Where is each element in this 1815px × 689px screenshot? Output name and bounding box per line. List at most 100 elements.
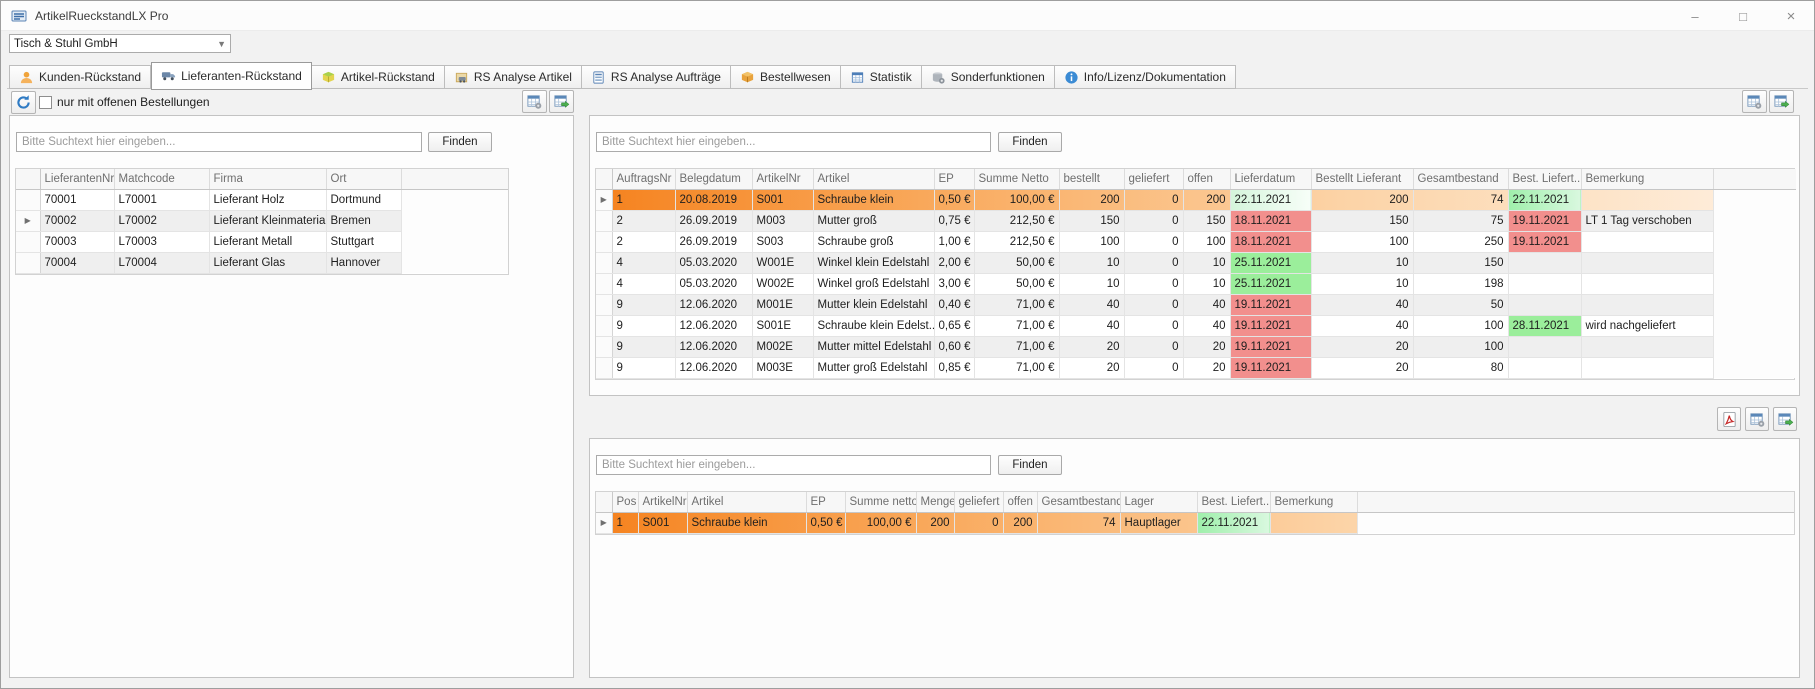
table-row[interactable]: 912.06.2020S001ESchraube klein Edelst...…: [596, 315, 1796, 336]
grid-settings-icon: [1749, 411, 1766, 428]
column-header-belegdatum[interactable]: Belegdatum: [675, 169, 752, 189]
tab-statistik[interactable]: Statistik: [841, 65, 922, 89]
orders-grid-export-button[interactable]: [1769, 90, 1794, 113]
column-header-best-liefert-[interactable]: Best. Liefert...: [1197, 492, 1270, 512]
orders-grid-settings-button[interactable]: [1742, 90, 1767, 113]
row-filler: [401, 231, 508, 252]
column-header-lager[interactable]: Lager: [1120, 492, 1197, 512]
open-orders-checkbox[interactable]: [39, 96, 52, 109]
cell: 28.11.2021: [1508, 315, 1581, 336]
column-header-geliefert[interactable]: geliefert: [954, 492, 1003, 512]
orders-search-input[interactable]: [596, 132, 991, 152]
column-header-bestellt[interactable]: bestellt: [1059, 169, 1124, 189]
column-header-summe-netto[interactable]: Summe Netto: [974, 169, 1059, 189]
pdf-export-button[interactable]: [1717, 407, 1741, 431]
table-row[interactable]: 912.06.2020M001EMutter klein Edelstahl0,…: [596, 294, 1796, 315]
tab-label: Statistik: [870, 70, 912, 84]
cell: 18.11.2021: [1230, 231, 1311, 252]
maximize-button[interactable]: □: [1734, 9, 1752, 24]
suppliers-search-input[interactable]: [16, 132, 422, 152]
column-header-bestellt-lieferant[interactable]: Bestellt Lieferant: [1311, 169, 1413, 189]
column-header-ep[interactable]: EP: [934, 169, 974, 189]
column-header-firma[interactable]: Firma: [209, 169, 326, 189]
suppliers-panel: Finden LieferantenNrMatchcodeFirmaOrt700…: [9, 115, 574, 678]
cell: Lieferant Kleinmaterial: [209, 210, 326, 231]
column-header-auftragsnr[interactable]: AuftragsNr: [612, 169, 675, 189]
column-header-gesamtbestand[interactable]: Gesamtbestand: [1413, 169, 1508, 189]
column-header-gesamtbestand[interactable]: Gesamtbestand: [1037, 492, 1120, 512]
positions-grid-export-button[interactable]: [1773, 407, 1797, 431]
grid-export-icon: [553, 93, 570, 110]
column-header-matchcode[interactable]: Matchcode: [114, 169, 209, 189]
tab-rs-analyse-aufträge[interactable]: RS Analyse Aufträge: [582, 65, 731, 89]
column-header-ort[interactable]: Ort: [326, 169, 401, 189]
column-header-artikel[interactable]: Artikel: [687, 492, 806, 512]
app-window: ArtikelRueckstandLX Pro – □ × Tisch & St…: [0, 0, 1815, 689]
cell: Bremen: [326, 210, 401, 231]
cell: S003: [752, 231, 813, 252]
table-row[interactable]: ▶120.08.2019S001Schraube klein0,50 €100,…: [596, 189, 1796, 210]
package-icon: [321, 70, 336, 85]
column-header-artikel[interactable]: Artikel: [813, 169, 934, 189]
tab-bestellwesen[interactable]: Bestellwesen: [731, 65, 841, 89]
tab-lieferanten-rückstand[interactable]: Lieferanten-Rückstand: [151, 62, 312, 90]
tab-label: RS Analyse Artikel: [474, 70, 572, 84]
company-select[interactable]: Tisch & Stuhl GmbH ▼: [9, 34, 231, 53]
column-header-artikelnr[interactable]: ArtikelNr: [638, 492, 687, 512]
column-header-lieferantennr[interactable]: LieferantenNr: [40, 169, 114, 189]
column-header-artikelnr[interactable]: ArtikelNr: [752, 169, 813, 189]
cell: 26.09.2019: [675, 210, 752, 231]
cell: 200: [1003, 512, 1037, 533]
column-header-bemerkung[interactable]: Bemerkung: [1270, 492, 1357, 512]
cell: 212,50 €: [974, 210, 1059, 231]
minimize-button[interactable]: –: [1686, 9, 1704, 24]
table-row[interactable]: ▶1S001Schraube klein0,50 €100,00 €200020…: [596, 512, 1794, 533]
table-row[interactable]: ▶70002L70002Lieferant KleinmaterialBreme…: [16, 210, 508, 231]
column-header-offen[interactable]: offen: [1183, 169, 1230, 189]
column-header-ep[interactable]: EP: [806, 492, 845, 512]
supplier-grid-export-button[interactable]: [549, 90, 574, 113]
cell: 100: [1311, 231, 1413, 252]
column-header-menge[interactable]: Menge: [916, 492, 954, 512]
table-row[interactable]: 70003L70003Lieferant MetallStuttgart: [16, 231, 508, 252]
column-header-best-liefert-[interactable]: Best. Liefert...: [1508, 169, 1581, 189]
positions-grid-settings-button[interactable]: [1745, 407, 1769, 431]
supplier-grid-settings-button[interactable]: [522, 90, 547, 113]
cell: L70003: [114, 231, 209, 252]
table-row[interactable]: 70001L70001Lieferant HolzDortmund: [16, 189, 508, 210]
row-filler: [401, 189, 508, 210]
refresh-button[interactable]: [11, 91, 36, 114]
tab-artikel-rückstand[interactable]: Artikel-Rückstand: [312, 65, 445, 89]
orders-panel: Finden AuftragsNrBelegdatumArtikelNrArti…: [589, 115, 1800, 396]
cell: 19.11.2021: [1230, 294, 1311, 315]
suppliers-find-button[interactable]: Finden: [428, 132, 492, 152]
tab-rs-analyse-artikel[interactable]: RS Analyse Artikel: [445, 65, 582, 89]
table-row[interactable]: 912.06.2020M002EMutter mittel Edelstahl0…: [596, 336, 1796, 357]
cell: 100: [1413, 336, 1508, 357]
cell: 0,75 €: [934, 210, 974, 231]
close-button[interactable]: ×: [1782, 8, 1800, 25]
positions-search-input[interactable]: [596, 455, 991, 475]
positions-find-button[interactable]: Finden: [998, 455, 1062, 475]
table-row[interactable]: 405.03.2020W001EWinkel klein Edelstahl2,…: [596, 252, 1796, 273]
table-row[interactable]: 226.09.2019S003Schraube groß1,00 €212,50…: [596, 231, 1796, 252]
column-header-offen[interactable]: offen: [1003, 492, 1037, 512]
column-header-geliefert[interactable]: geliefert: [1124, 169, 1183, 189]
table-row[interactable]: 226.09.2019M003Mutter groß0,75 €212,50 €…: [596, 210, 1796, 231]
table-row[interactable]: 70004L70004Lieferant GlasHannover: [16, 252, 508, 273]
tab-kunden-rückstand[interactable]: Kunden-Rückstand: [9, 65, 151, 89]
column-header-pos[interactable]: Pos: [612, 492, 638, 512]
cell: 200: [1059, 189, 1124, 210]
tab-sonderfunktionen[interactable]: Sonderfunktionen: [922, 65, 1055, 89]
column-header-summe-netto[interactable]: Summe netto: [845, 492, 916, 512]
column-header-lieferdatum[interactable]: Lieferdatum: [1230, 169, 1311, 189]
cell: 12.06.2020: [675, 315, 752, 336]
cell: Lieferant Holz: [209, 189, 326, 210]
table-row[interactable]: 405.03.2020W002EWinkel groß Edelstahl3,0…: [596, 273, 1796, 294]
table-row[interactable]: 912.06.2020M003EMutter groß Edelstahl0,8…: [596, 357, 1796, 378]
orders-find-button[interactable]: Finden: [998, 132, 1062, 152]
row-indicator: [596, 231, 612, 252]
cell: 71,00 €: [974, 336, 1059, 357]
tab-info-lizenz-dokumentation[interactable]: Info/Lizenz/Dokumentation: [1055, 65, 1236, 89]
column-header-bemerkung[interactable]: Bemerkung: [1581, 169, 1713, 189]
